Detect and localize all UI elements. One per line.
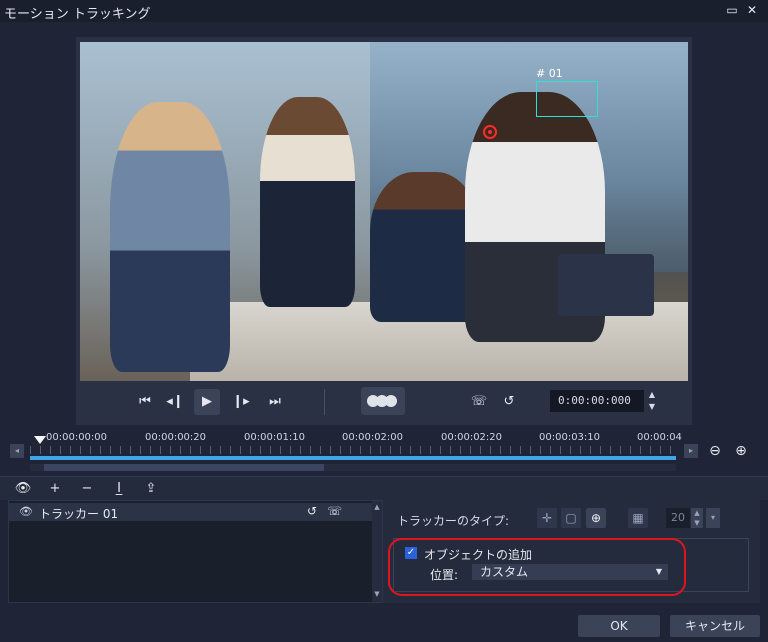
go-to-end-icon[interactable]: ⏭	[262, 389, 288, 415]
timeline-scrollbar[interactable]	[30, 464, 676, 471]
timeline-scroll-left-icon[interactable]: ◂	[10, 444, 24, 458]
eye-icon[interactable]: 👁	[14, 480, 32, 498]
area-tracker-icon[interactable]: ▢	[561, 508, 581, 528]
tracker-list: 👁 トラッカー 01 ↺ ☏ ▲ ▼	[8, 500, 383, 603]
transport-divider	[324, 389, 325, 415]
close-icon[interactable]: ✕	[744, 2, 760, 18]
scroll-down-icon[interactable]: ▼	[372, 590, 382, 600]
position-value: カスタム	[480, 565, 529, 579]
size-field[interactable]: 20	[666, 508, 690, 528]
tracker-region[interactable]	[536, 81, 598, 117]
timeline-track[interactable]	[30, 456, 676, 460]
zoom-out-icon[interactable]: ⊖	[706, 442, 724, 460]
tick-label: 00:00:04	[637, 432, 682, 443]
scene-person-3	[370, 172, 480, 322]
timeline-scroll-right-icon[interactable]: ▸	[684, 444, 698, 458]
tick-label: 00:00:01:10	[244, 432, 306, 443]
play-icon[interactable]: ▶	[194, 389, 220, 415]
timeline-scroll-thumb[interactable]	[44, 464, 324, 471]
multipoint-tracker-icon[interactable]: ⊕	[586, 508, 606, 528]
window-title: モーション トラッキング	[4, 7, 151, 22]
timeline-ruler: ◂ 00:00:00:00 00:00:00:20 00:00:01:10 00…	[0, 428, 768, 474]
playhead-icon[interactable]	[34, 436, 46, 444]
circle-icon	[385, 395, 397, 407]
tick-label: 00:00:02:00	[342, 432, 404, 443]
point-tracker-icon[interactable]: ✛	[537, 508, 557, 528]
ok-button[interactable]: OK	[578, 615, 660, 637]
video-preview[interactable]: # 01	[80, 42, 688, 381]
timecode-field[interactable]: 0:00:00:000	[550, 390, 644, 412]
rename-icon[interactable]: I̲	[110, 480, 128, 498]
maximize-icon[interactable]: ▭	[724, 2, 740, 18]
eye-icon[interactable]: 👁	[19, 505, 33, 518]
zoom-in-icon[interactable]: ⊕	[732, 442, 750, 460]
tick-label: 00:00:03:10	[539, 432, 601, 443]
add-object-checkbox[interactable]: ✓	[405, 547, 417, 559]
timecode-spinner-icon[interactable]: ▲ ▼	[646, 389, 658, 413]
tick-label: 00:00:00:00	[46, 432, 108, 443]
cancel-button[interactable]: キャンセル	[670, 615, 760, 637]
export-icon[interactable]: ⇪	[142, 480, 160, 498]
title-bar: モーション トラッキング ▭ ✕	[0, 0, 768, 22]
tick-label: 00:00:02:20	[441, 432, 503, 443]
tick-label: 00:00:00:20	[145, 432, 207, 443]
tracker-label: # 01	[536, 67, 563, 80]
go-to-start-icon[interactable]: ⏮	[132, 389, 158, 415]
scene-laptop	[558, 254, 654, 316]
list-item[interactable]: 👁 トラッカー 01 ↺ ☏	[9, 503, 372, 521]
position-select[interactable]: カスタム ▼	[472, 564, 668, 580]
transport-controls: ⏮ ◂❙ ▶ ❙▸ ⏭ ☏ ↺ 0:00:00:000 ▲ ▼	[76, 381, 692, 425]
chevron-down-icon: ▼	[655, 567, 662, 576]
tracker-point[interactable]	[483, 125, 497, 139]
tracker-toolbar: 👁 + − I̲ ⇪	[0, 476, 768, 500]
history-icon[interactable]: ↺	[307, 504, 317, 518]
mosaic-icon[interactable]: ▦	[628, 508, 648, 528]
tracker-type-label: トラッカーのタイプ:	[397, 514, 510, 528]
next-frame-icon[interactable]: ❙▸	[228, 389, 254, 415]
list-scrollbar[interactable]: ▲ ▼	[372, 501, 382, 602]
track-to-end-icon[interactable]: ☏	[466, 389, 492, 415]
tracking-effect-button[interactable]	[361, 387, 405, 415]
history-icon[interactable]: ↺	[496, 389, 522, 415]
scene-person-2	[260, 97, 355, 307]
remove-icon[interactable]: −	[78, 480, 96, 498]
size-spinner-icon[interactable]: ▲ ▼	[691, 508, 703, 528]
track-icon[interactable]: ☏	[327, 504, 342, 518]
dialog-footer: OK キャンセル	[0, 608, 768, 642]
add-object-label: オブジェクトの追加	[424, 548, 533, 562]
scene-person-1	[110, 102, 230, 372]
scroll-up-icon[interactable]: ▲	[372, 503, 382, 513]
position-label: 位置:	[430, 568, 459, 582]
add-icon[interactable]: +	[46, 480, 64, 498]
previous-frame-icon[interactable]: ◂❙	[162, 389, 188, 415]
tracker-name: トラッカー 01	[39, 507, 119, 521]
size-dropdown-icon[interactable]: ▾	[706, 508, 720, 528]
timeline-ticks	[30, 446, 676, 454]
